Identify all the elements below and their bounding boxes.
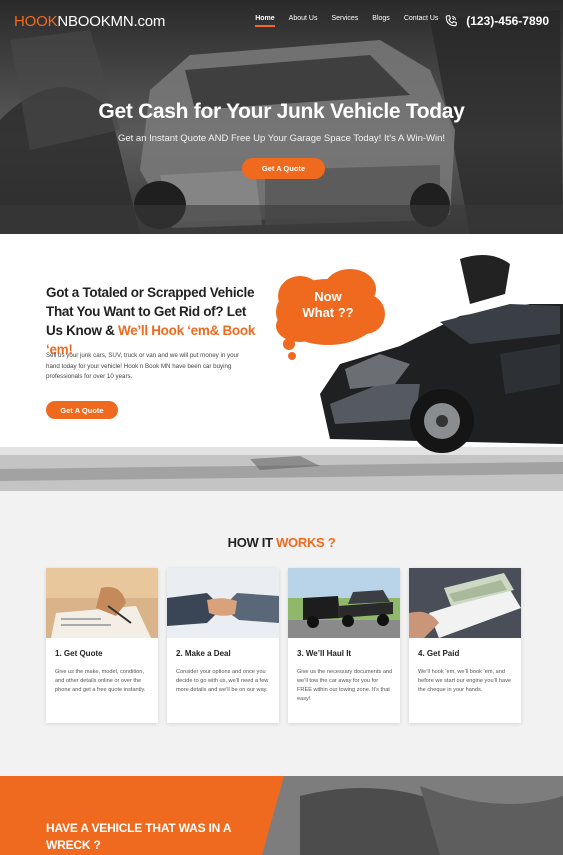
- steps-list: 1. Get Quote Give us the make, model, co…: [46, 568, 521, 723]
- hero-get-quote-button[interactable]: Get A Quote: [242, 158, 325, 179]
- hero-title: Get Cash for Your Junk Vehicle Today: [98, 100, 465, 123]
- wreck-section: HAVE A VEHICLE THAT WAS IN A WRECK ?: [0, 776, 563, 855]
- step-title: 1. Get Quote: [55, 649, 103, 658]
- step-text: Consider your options and once you decid…: [176, 669, 269, 693]
- cash-money-image: [409, 568, 521, 638]
- logo-text-domain: .com: [133, 12, 166, 30]
- main-nav: Home About Us Services Blogs Contact Us: [255, 15, 438, 27]
- step-text: Give us the necessary documents and we’l…: [297, 669, 393, 702]
- handshake-image: [167, 568, 279, 638]
- step-title: 3. We’ll Haul It: [297, 649, 352, 658]
- wreck-title: HAVE A VEHICLE THAT WAS IN A WRECK ?: [46, 821, 231, 852]
- step-text: Give us the make, model, condition, and …: [55, 669, 146, 693]
- intro-body: Sell us your junk cars, SUV, truck or va…: [46, 352, 240, 380]
- step-card-make-a-deal: 2. Make a Deal Consider your options and…: [167, 568, 279, 723]
- hero-subtitle: Get an Instant Quote AND Free Up Your Ga…: [117, 133, 446, 144]
- cloud-line-2: What ??: [302, 305, 354, 320]
- site-logo[interactable]: HOOK NBOOKMN .com: [14, 13, 165, 30]
- intro-section: Got a Totaled or Scrapped Vehicle That Y…: [0, 234, 563, 491]
- how-it-works-title: HOW IT WORKS ?: [0, 535, 563, 550]
- step-text: We’ll hook ‘em, we’ll book ‘em, and befo…: [418, 669, 511, 693]
- how-it-works-section: HOW IT WORKS ? 1. Get Quote Give us the …: [0, 491, 563, 776]
- step-title: 4. Get Paid: [418, 649, 460, 658]
- how-title-accent: WORKS ?: [276, 535, 336, 550]
- cloud-line-1: Now: [314, 289, 342, 304]
- header-phone[interactable]: (123)-456-7890: [444, 14, 549, 28]
- nav-home[interactable]: Home: [255, 15, 275, 27]
- hero-section: HOOK NBOOKMN .com Home About Us Services B…: [0, 0, 563, 234]
- step-card-get-paid: 4. Get Paid We’ll hook ‘em, we’ll book ‘…: [409, 568, 521, 723]
- signing-document-image: [46, 568, 158, 638]
- nav-blogs[interactable]: Blogs: [372, 15, 390, 27]
- nav-services[interactable]: Services: [331, 15, 358, 27]
- step-title: 2. Make a Deal: [176, 649, 231, 658]
- phone-icon: [446, 15, 458, 27]
- logo-text-name: NBOOKMN: [57, 12, 134, 30]
- nav-contact-us[interactable]: Contact Us: [404, 15, 439, 27]
- intro-get-quote-button[interactable]: Get A Quote: [46, 401, 118, 419]
- step-card-haul-it: 3. We’ll Haul It Give us the necessary d…: [288, 568, 400, 723]
- logo-text-hook: HOOK: [14, 12, 58, 30]
- step-card-get-quote: 1. Get Quote Give us the make, model, co…: [46, 568, 158, 723]
- intro-title: Got a Totaled or Scrapped Vehicle That Y…: [46, 283, 264, 359]
- nav-about-us[interactable]: About Us: [289, 15, 318, 27]
- tow-truck-image: [288, 568, 400, 638]
- how-title-main: HOW IT: [227, 535, 273, 550]
- phone-number: (123)-456-7890: [466, 14, 549, 28]
- thought-bubble-text: Now What ??: [296, 289, 360, 321]
- top-navigation-bar: HOOK NBOOKMN .com Home About Us Services B…: [0, 0, 563, 42]
